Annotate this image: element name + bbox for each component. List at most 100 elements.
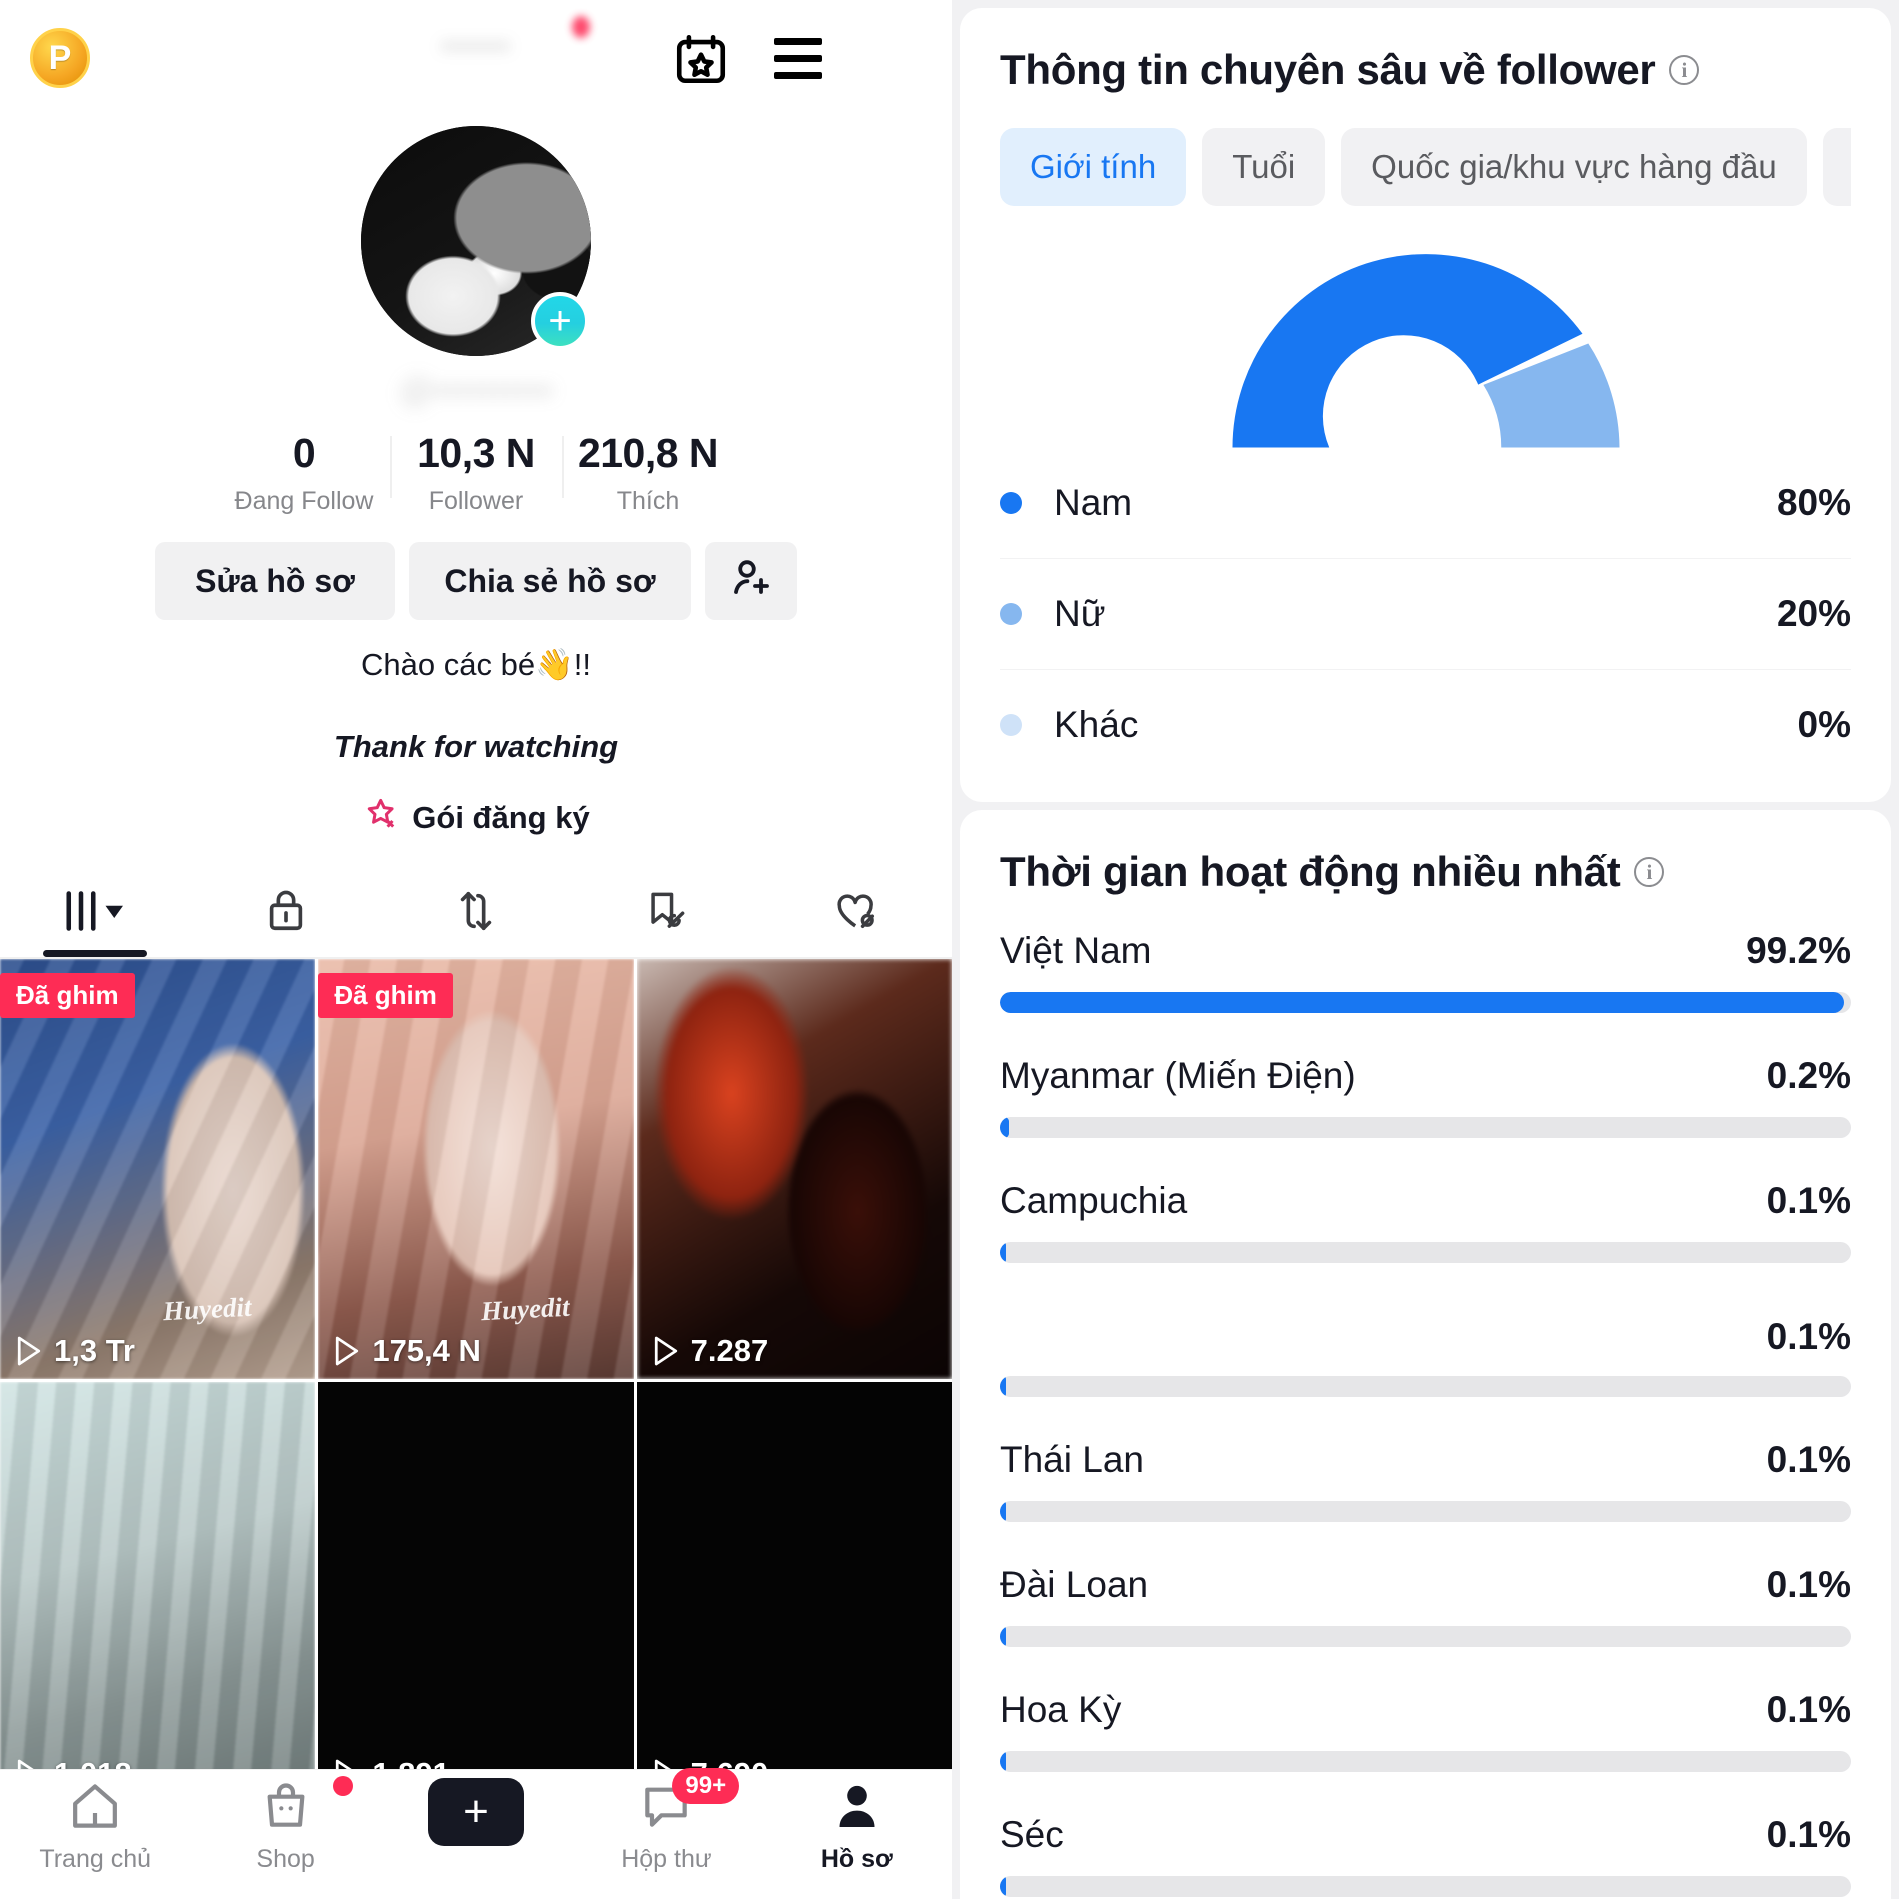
subscription-label: Gói đăng ký (412, 800, 590, 835)
nav-item-shop[interactable]: Shop (190, 1776, 380, 1874)
liked-tab[interactable] (762, 882, 952, 957)
bio-line-1: Chào các bé👋!! (361, 647, 591, 682)
gender-gauge-chart (1000, 232, 1851, 448)
legend-dot (1000, 492, 1022, 514)
nav-label: Trang chủ (39, 1845, 152, 1873)
subscription-link[interactable]: Gói đăng ký (0, 795, 952, 841)
inbox-badge: 99+ (672, 1768, 740, 1804)
info-icon[interactable]: i (1634, 857, 1665, 887)
legend-label: Nam (1054, 482, 1133, 523)
add-to-profile-plus-icon[interactable]: + (531, 292, 589, 350)
add-friend-button[interactable] (705, 542, 797, 620)
bar-track (1000, 1376, 1851, 1397)
hamburger-menu-icon[interactable] (774, 38, 822, 79)
country-name: Campuchia (1000, 1180, 1188, 1221)
avatar[interactable]: + (361, 126, 591, 356)
follower-insights-card: Thông tin chuyên sâu về follower i Giới … (960, 8, 1891, 802)
calendar-star-icon[interactable] (672, 30, 730, 93)
create-plus-icon[interactable]: + (418, 1778, 535, 1846)
nav-label: Shop (256, 1845, 315, 1873)
list-item[interactable]: Campuchia 0.1% (1000, 1180, 1851, 1263)
analytics-panel: Thông tin chuyên sâu về follower i Giới … (952, 0, 1899, 1899)
nav-label: Hồ sơ (820, 1845, 893, 1873)
video-cell[interactable]: Đã ghim Huyedit 175,4 N (318, 959, 634, 1379)
list-item[interactable]: Thái Lan 0.1% (1000, 1439, 1851, 1522)
reposts-tab[interactable] (381, 882, 571, 957)
content-tabs (0, 871, 952, 959)
list-item[interactable]: Myanmar (Miến Điện) 0.2% (1000, 1055, 1851, 1138)
legend-value: 20% (1776, 593, 1851, 634)
profile-actions: Sửa hồ sơ Chia sẻ hồ sơ (0, 542, 952, 620)
stat-following[interactable]: 0 Đang Follow (218, 430, 390, 516)
country-value: 0.1% (1766, 1689, 1851, 1730)
country-bar-list: Việt Nam 99.2% Myanmar (Miến Điện) 0.2% … (1000, 930, 1851, 1899)
video-cell[interactable]: 1.018 (0, 1382, 316, 1802)
edit-profile-button[interactable]: Sửa hồ sơ (155, 542, 395, 620)
country-value: 0.1% (1766, 1439, 1851, 1480)
stat-value: 10,3 N (417, 430, 535, 476)
list-item[interactable]: Séc 0.1% (1000, 1814, 1851, 1897)
country-name: Đài Loan (1000, 1564, 1149, 1605)
country-name: Myanmar (Miến Điện) (1000, 1055, 1356, 1096)
country-value: 0.1% (1766, 1814, 1851, 1855)
video-cell[interactable]: 1.891 (318, 1382, 634, 1802)
stat-followers[interactable]: 10,3 N Follower (390, 430, 562, 516)
country-name: Séc (1000, 1814, 1064, 1855)
nav-item-home[interactable]: Trang chủ (0, 1778, 190, 1874)
legend-row-khac: Khác 0% (1000, 670, 1851, 780)
list-item[interactable]: Việt Nam 99.2% (1000, 930, 1851, 1013)
video-cell[interactable]: Đã ghim Huyedit 1,3 Tr (0, 959, 316, 1379)
pinned-badge: Đã ghim (0, 973, 135, 1018)
country-name: Hoa Kỳ (1000, 1689, 1122, 1730)
bottom-navigation: Trang chủ Shop + 99+ Hộp thư Hồ sơ (0, 1768, 952, 1899)
shop-notification-dot (332, 1776, 353, 1796)
legend-label: Khác (1054, 704, 1139, 745)
heart-hidden-icon (831, 882, 883, 940)
chip-age[interactable]: Tuổi (1202, 128, 1326, 206)
list-item[interactable]: 0.1% (1000, 1305, 1851, 1397)
bar-track (1000, 1751, 1851, 1772)
bar-track (1000, 992, 1851, 1013)
section-title: Thời gian hoạt động nhiều nhất (1000, 848, 1621, 895)
section-title: Thông tin chuyên sâu về follower (1000, 46, 1656, 93)
list-item[interactable]: Đài Loan 0.1% (1000, 1564, 1851, 1647)
nav-item-create[interactable]: + (381, 1778, 571, 1846)
tiktok-profile-panel: P •••••• + @•••••••••• 0 Đang Follow 10,… (0, 0, 952, 1899)
bar-track (1000, 1501, 1851, 1522)
chip-country[interactable]: Quốc gia/khu vực hàng đầu (1341, 128, 1807, 206)
nav-item-profile[interactable]: Hồ sơ (762, 1778, 952, 1874)
stat-label: Follower (428, 487, 524, 515)
video-cell[interactable]: 7.690 (636, 1382, 952, 1802)
stat-label: Đang Follow (234, 487, 374, 515)
follower-insights-header: Thông tin chuyên sâu về follower i (1000, 46, 1851, 94)
stat-likes[interactable]: 210,8 N Thích (562, 430, 734, 516)
nav-item-inbox[interactable]: 99+ Hộp thư (571, 1768, 761, 1874)
share-profile-button[interactable]: Chia sẻ hồ sơ (409, 542, 691, 620)
legend-row-nu: Nữ 20% (1000, 559, 1851, 670)
bar-track (1000, 1626, 1851, 1647)
private-tab[interactable] (190, 882, 380, 957)
page-title-redacted: •••••• (441, 30, 511, 63)
chip-gender[interactable]: Giới tính (1000, 128, 1187, 206)
view-count: 7.287 (653, 1333, 768, 1369)
bar-track (1000, 1876, 1851, 1897)
video-grid: Đã ghim Huyedit 1,3 Tr Đã ghim Huyedit 1… (0, 959, 952, 1802)
country-name: Việt Nam (1000, 930, 1152, 971)
saved-tab[interactable] (571, 882, 761, 957)
info-icon[interactable]: i (1669, 55, 1700, 85)
video-cell[interactable]: 7.287 (636, 959, 952, 1379)
stat-value: 0 (292, 430, 316, 476)
chip-city[interactable]: Thành (1822, 128, 1851, 206)
bio-line-2: Thank for watching (333, 729, 619, 764)
semi-donut-gauge (1232, 254, 1619, 448)
list-item[interactable]: Hoa Kỳ 0.1% (1000, 1689, 1851, 1772)
legend-value: 80% (1776, 482, 1851, 523)
pro-badge[interactable]: P (30, 28, 90, 88)
person-icon (829, 1778, 885, 1839)
person-add-icon (727, 553, 775, 609)
activity-card: Thời gian hoạt động nhiều nhất i Việt Na… (960, 810, 1891, 1899)
view-count: 175,4 N (334, 1333, 481, 1369)
bar-track (1000, 1242, 1851, 1263)
shop-bag-icon (258, 1778, 314, 1839)
videos-grid-tab[interactable] (0, 882, 190, 957)
